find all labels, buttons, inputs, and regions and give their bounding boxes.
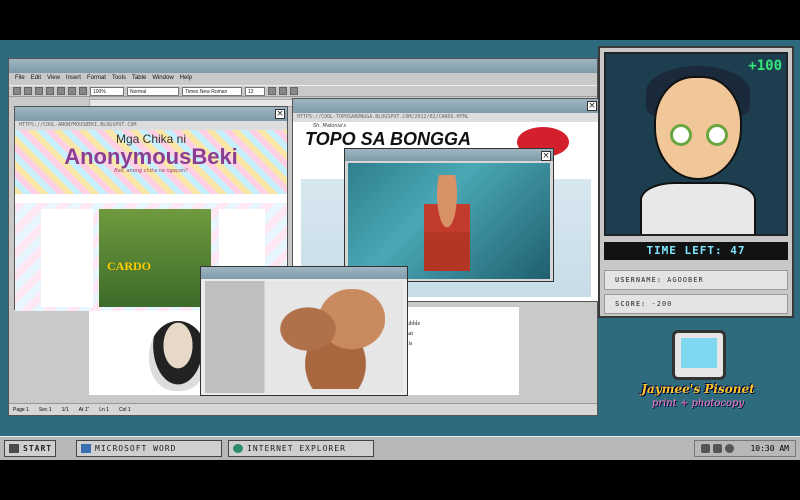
kid-body [640,182,756,234]
browser-titlebar[interactable]: × [15,107,287,121]
time-left-label: TIME LEFT: [646,244,723,257]
status-at: At 1" [78,407,90,413]
network-icon[interactable] [701,444,710,453]
volume-icon[interactable] [713,444,722,453]
font-size-select[interactable]: 12 [245,86,265,96]
taskbar-ie-label: INTERNET EXPLORER [247,444,346,453]
score-value: -200 [651,300,673,308]
logo-line1: Jaymee's Pisonet [641,382,755,396]
status-page: Page 1 [13,407,29,413]
taskbar: START MICROSOFT WORD INTERNET EXPLORER 1… [0,436,800,460]
username-value: AGOOBER [667,276,704,284]
menu-table[interactable]: Table [132,75,146,83]
blog-sidebar-left [41,209,93,307]
blog-tagline: Bes, anong chika na ngayon? [114,168,188,174]
system-tray: 10:30 AM [694,440,796,457]
menu-tools[interactable]: Tools [112,75,126,83]
open-icon[interactable] [24,87,32,95]
monitor-mascot-icon [672,330,726,380]
style-select[interactable]: Normal [127,86,179,96]
player-camera: +100 [604,52,788,236]
menu-format[interactable]: Format [87,75,106,83]
word-menubar: File Edit View Insert Format Tools Table… [9,73,597,85]
browser-titlebar[interactable]: × [293,99,599,113]
time-left-display: TIME LEFT: 47 [604,242,788,260]
score-label: SCORE: [615,300,647,308]
underline-icon[interactable] [290,87,298,95]
popup-titlebar[interactable]: × [345,149,553,161]
font-select[interactable]: Times New Roman [182,86,242,96]
blog-header: Mga Chika ni AnonymousBeki Bes, anong ch… [15,130,287,194]
video-popup-window[interactable]: × [344,148,554,282]
cardo-label: CARDO [107,259,151,273]
letterbox-bottom [0,460,800,500]
username-display: USERNAME: AGOOBER [604,270,788,290]
start-label: START [23,444,53,453]
taskbar-ie-button[interactable]: INTERNET EXPLORER [228,440,374,457]
blog-title-line2: AnonymousBeki [64,144,238,169]
globe-icon [233,444,243,453]
new-doc-icon[interactable] [13,87,21,95]
wrestling-image-window[interactable] [200,266,408,396]
menu-file[interactable]: File [15,75,25,83]
menu-insert[interactable]: Insert [66,75,81,83]
italic-icon[interactable] [279,87,287,95]
paste-icon[interactable] [79,87,87,95]
address-bar[interactable]: HTTPS://COOL-TOPOSABONGGA.BLOGSPOT.COM/2… [293,113,599,122]
status-pages: 1/1 [61,407,69,413]
game-panel: +100 TIME LEFT: 47 USERNAME: AGOOBER SCO… [598,46,794,318]
word-doc-icon [81,444,91,453]
address-bar[interactable]: HTTPS://COOL-ANONYMOUSBEKI.BLOGSPOT.COM [15,121,287,130]
print-icon[interactable] [46,87,54,95]
wrestler-figure [424,175,470,271]
taskbar-word-label: MICROSOFT WORD [95,444,177,453]
start-icon [9,444,19,453]
start-button[interactable]: START [4,440,56,457]
status-section: Sec 1 [38,407,52,413]
status-line: Ln 1 [99,407,110,413]
site-title: TOPO SA BONGGA [305,129,472,149]
close-icon[interactable]: × [541,151,551,161]
kid-avatar [654,76,742,180]
username-label: USERNAME: [615,276,662,284]
cut-icon[interactable] [57,87,65,95]
cardo-poster-image[interactable]: CARDO [99,209,211,307]
clock-icon [725,444,734,453]
menu-edit[interactable]: Edit [31,75,41,83]
status-col: Col 1 [119,407,131,413]
menu-window[interactable]: Window [152,75,173,83]
bold-icon[interactable] [268,87,276,95]
word-statusbar: Page 1 Sec 1 1/1 At 1" Ln 1 Col 1 [9,403,597,415]
menu-view[interactable]: View [47,75,60,83]
taskbar-word-button[interactable]: MICROSOFT WORD [76,440,222,457]
copy-icon[interactable] [68,87,76,95]
menu-help[interactable]: Help [180,75,192,83]
kid-eye-left [670,124,692,146]
save-icon[interactable] [35,87,43,95]
pisonet-logo: Jaymee's Pisonet print + photocopy [636,330,760,434]
word-toolbar: 100% Normal Times New Roman 12 [9,85,597,97]
desktop: File Edit View Insert Format Tools Table… [0,40,800,460]
mascot-screen [681,338,717,368]
logo-line2: print + photocopy [651,398,745,409]
video-frame [348,163,550,279]
popup-titlebar[interactable] [201,267,407,279]
wrestlers-figure [275,289,385,389]
close-icon[interactable]: × [275,109,285,119]
bonus-popup: +100 [748,58,782,74]
kid-eye-right [706,124,728,146]
time-left-value: 47 [730,244,746,257]
close-icon[interactable]: × [587,101,597,111]
score-display: SCORE: -200 [604,294,788,314]
wrestling-photo [205,281,403,393]
portrait-image [149,321,207,391]
letterbox-top [0,0,800,40]
word-titlebar[interactable] [9,59,597,73]
zoom-select[interactable]: 100% [90,86,124,96]
clock-time: 10:30 AM [750,444,789,453]
